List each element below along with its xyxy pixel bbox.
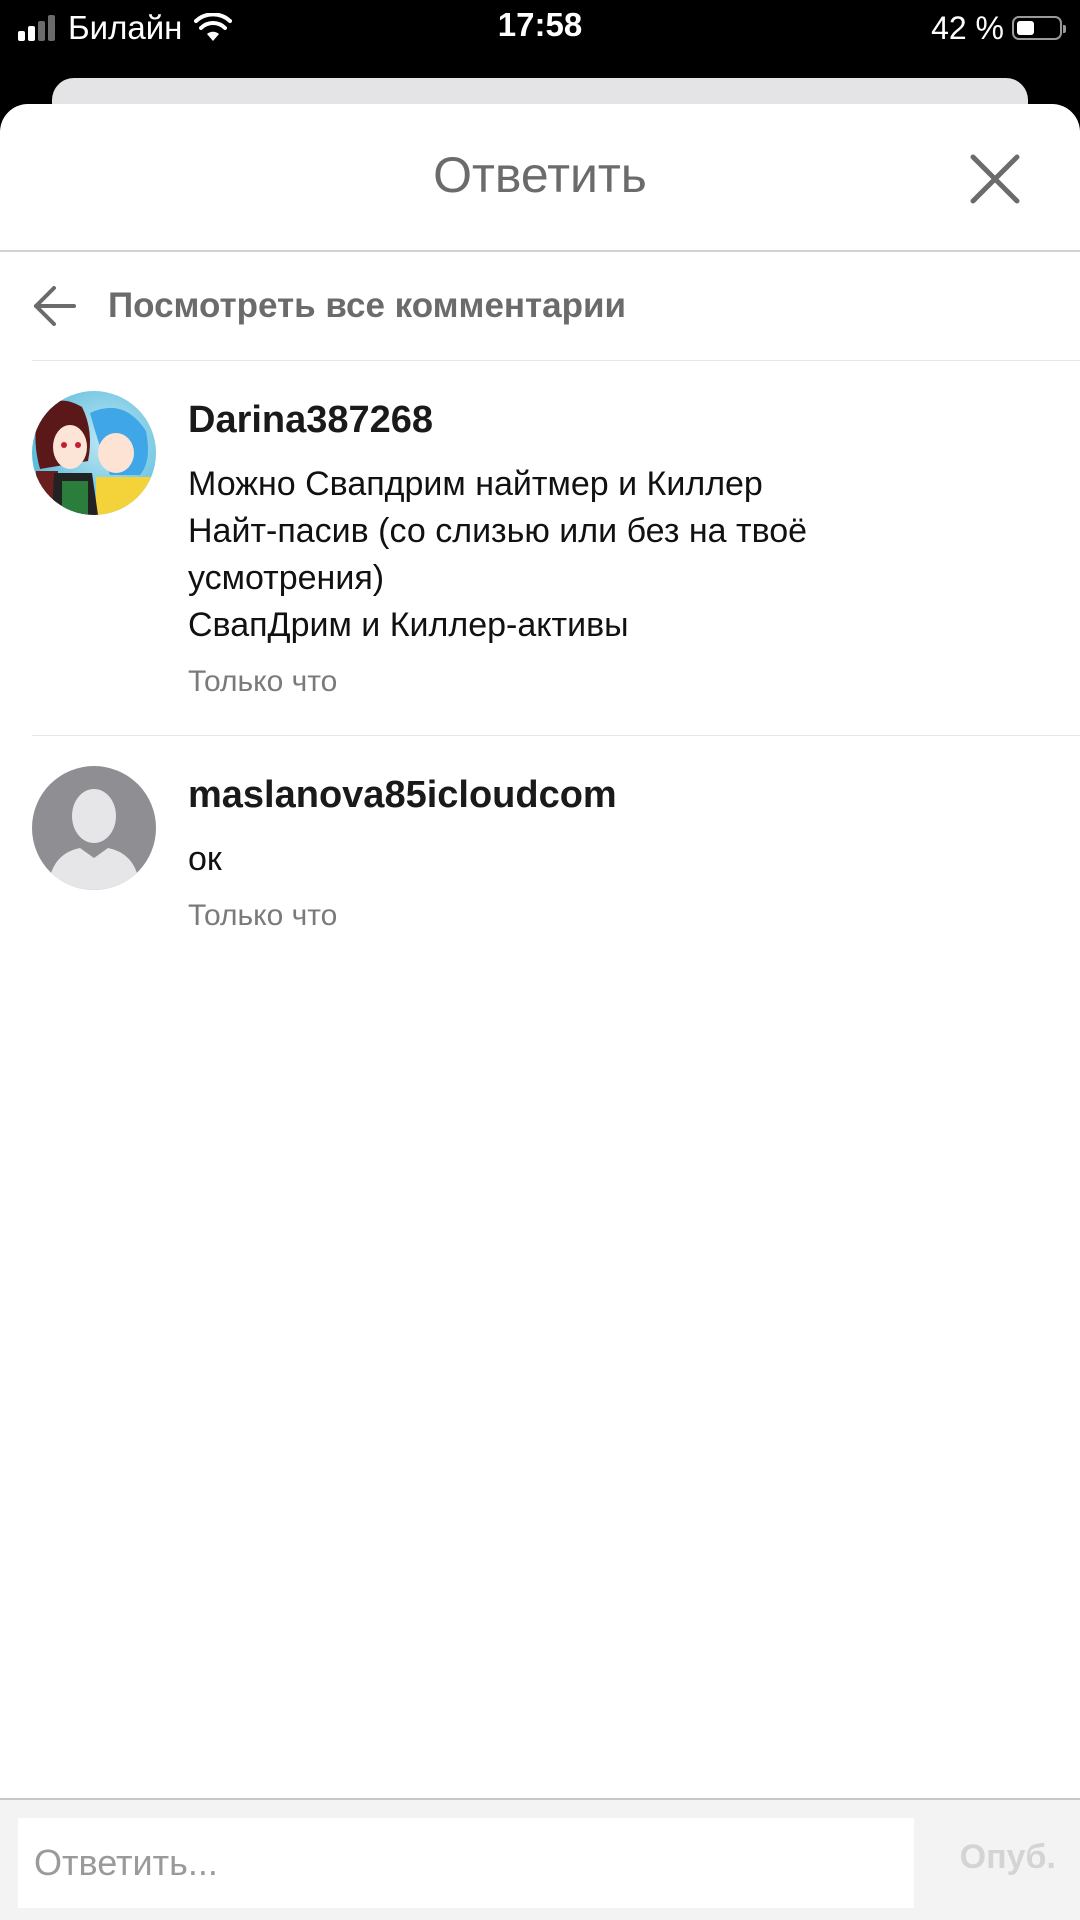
reply-sheet: Ответить Посмотреть все комментарии Dari… [0, 104, 1080, 1920]
comment-item: Darina387268 Можно Свапдрим найтмер и Ки… [32, 361, 1080, 736]
reply-bar: Опуб. [0, 1798, 1080, 1920]
anime-avatar[interactable] [32, 391, 156, 515]
reply-input[interactable] [18, 1818, 914, 1908]
close-icon[interactable] [968, 152, 1022, 206]
view-all-comments-label[interactable]: Посмотреть все комментарии [108, 286, 626, 326]
sheet-header: Ответить [0, 104, 1080, 252]
status-bar: Билайн 17:58 42 % [0, 0, 1080, 56]
view-all-comments-link[interactable]: Посмотреть все комментарии [32, 252, 1080, 361]
screen: Билайн 17:58 42 % Ответить Посмотреть вс… [0, 0, 1080, 1920]
status-right: 42 % [931, 8, 1066, 48]
comment-item: maslanova85icloudcom ок Только что [32, 736, 1080, 969]
battery-fill [1017, 21, 1034, 35]
default-avatar[interactable] [32, 766, 156, 890]
battery-percent: 42 % [931, 9, 1004, 46]
comment-body: maslanova85icloudcom ок Только что [188, 766, 617, 933]
status-time: 17:58 [497, 6, 583, 43]
comment-text: ок [188, 836, 617, 883]
comment-timestamp: Только что [188, 899, 338, 932]
comment-username[interactable]: maslanova85icloudcom [188, 770, 617, 820]
comment-text: Можно Свапдрим найтмер и Киллер Найт-пас… [188, 461, 807, 649]
comment-text-line: Найт-пасив (со слизью или без на твоё [188, 512, 808, 550]
comment-text-line: Можно Свапдрим найтмер и Киллер [188, 465, 763, 503]
comment-text-line: усмотрения) [188, 559, 385, 597]
sheet-title: Ответить [433, 147, 647, 203]
comment-body: Darina387268 Можно Свапдрим найтмер и Ки… [188, 391, 807, 699]
comment-text-line: ок [188, 840, 222, 878]
back-arrow-icon[interactable] [32, 283, 78, 329]
publish-button[interactable]: Опуб. [960, 1838, 1056, 1877]
comment-text-line: СвапДрим и Киллер-активы [188, 606, 629, 644]
comment-username[interactable]: Darina387268 [188, 395, 807, 445]
comment-timestamp: Только что [188, 665, 338, 698]
battery-icon [1012, 16, 1066, 40]
